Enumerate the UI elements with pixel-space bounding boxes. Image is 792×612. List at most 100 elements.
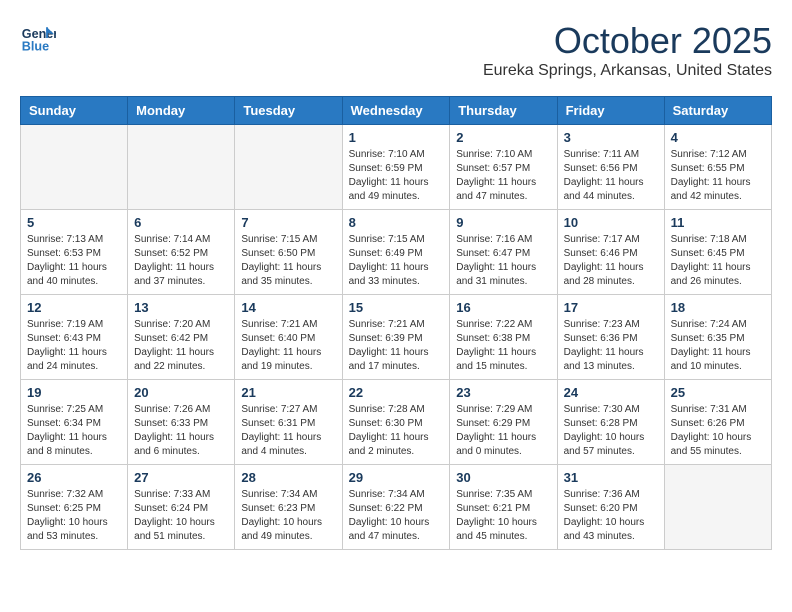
day-info: Sunrise: 7:23 AMSunset: 6:36 PMDaylight:…	[564, 318, 658, 374]
week-row-3: 12 Sunrise: 7:19 AMSunset: 6:43 PMDayligh…	[21, 295, 772, 380]
calendar-cell: 31Sunrise: 7:36 AMSunset: 6:20 PMDayligh…	[557, 465, 664, 550]
day-number: 4	[671, 130, 765, 145]
day-number: 14	[241, 300, 335, 315]
calendar-cell: 18 Sunrise: 7:24 AMSunset: 6:35 PMDayligh…	[664, 295, 771, 380]
day-info: Sunrise: 7:28 AMSunset: 6:30 PMDaylight:…	[349, 403, 444, 459]
day-info: Sunrise: 7:22 AMSunset: 6:38 PMDaylight:…	[456, 318, 550, 374]
day-info: Sunrise: 7:25 AMSunset: 6:34 PMDaylight:…	[27, 403, 121, 459]
day-info: Sunrise: 7:19 AMSunset: 6:43 PMDaylight:…	[27, 318, 121, 374]
day-info: Sunrise: 7:12 AMSunset: 6:55 PMDaylight:…	[671, 148, 765, 204]
calendar-cell: 2Sunrise: 7:10 AMSunset: 6:57 PMDaylight…	[450, 125, 557, 210]
day-number: 2	[456, 130, 550, 145]
calendar-cell: 25 Sunrise: 7:31 AMSunset: 6:26 PMDayligh…	[664, 380, 771, 465]
calendar-cell: 12 Sunrise: 7:19 AMSunset: 6:43 PMDayligh…	[21, 295, 128, 380]
day-info: Sunrise: 7:36 AMSunset: 6:20 PMDaylight:…	[564, 488, 658, 544]
day-number: 6	[134, 215, 228, 230]
day-info: Sunrise: 7:31 AMSunset: 6:26 PMDaylight:…	[671, 403, 765, 459]
day-number: 18	[671, 300, 765, 315]
calendar-cell: 19Sunrise: 7:25 AMSunset: 6:34 PMDayligh…	[21, 380, 128, 465]
day-number: 8	[349, 215, 444, 230]
logo: General Blue	[20, 20, 56, 56]
weekday-header-wednesday: Wednesday	[342, 97, 450, 125]
day-info: Sunrise: 7:15 AMSunset: 6:49 PMDaylight:…	[349, 233, 444, 289]
page-header: General Blue October 2025 Eureka Springs…	[20, 20, 772, 80]
calendar-cell: 3 Sunrise: 7:11 AMSunset: 6:56 PMDaylight…	[557, 125, 664, 210]
location: Eureka Springs, Arkansas, United States	[483, 62, 772, 80]
day-info: Sunrise: 7:16 AMSunset: 6:47 PMDaylight:…	[456, 233, 550, 289]
day-number: 28	[241, 470, 335, 485]
week-row-5: 26 Sunrise: 7:32 AMSunset: 6:25 PMDayligh…	[21, 465, 772, 550]
day-number: 1	[349, 130, 444, 145]
day-info: Sunrise: 7:11 AMSunset: 6:56 PMDaylight:…	[564, 148, 658, 204]
calendar-cell: 1 Sunrise: 7:10 AMSunset: 6:59 PMDaylight…	[342, 125, 450, 210]
calendar-cell: 9 Sunrise: 7:16 AMSunset: 6:47 PMDaylight…	[450, 210, 557, 295]
calendar-cell: 24 Sunrise: 7:30 AMSunset: 6:28 PMDayligh…	[557, 380, 664, 465]
day-info: Sunrise: 7:34 AMSunset: 6:22 PMDaylight:…	[349, 488, 444, 544]
day-info: Sunrise: 7:35 AMSunset: 6:21 PMDaylight:…	[456, 488, 550, 544]
weekday-header-monday: Monday	[128, 97, 235, 125]
day-info: Sunrise: 7:26 AMSunset: 6:33 PMDaylight:…	[134, 403, 228, 459]
calendar-cell: 28 Sunrise: 7:34 AMSunset: 6:23 PMDayligh…	[235, 465, 342, 550]
week-row-1: 1 Sunrise: 7:10 AMSunset: 6:59 PMDaylight…	[21, 125, 772, 210]
calendar-cell: 16 Sunrise: 7:22 AMSunset: 6:38 PMDayligh…	[450, 295, 557, 380]
calendar-cell: 6Sunrise: 7:14 AMSunset: 6:52 PMDaylight…	[128, 210, 235, 295]
logo-icon: General Blue	[20, 20, 56, 56]
calendar-cell	[21, 125, 128, 210]
day-number: 16	[456, 300, 550, 315]
day-info: Sunrise: 7:13 AMSunset: 6:53 PMDaylight:…	[27, 233, 121, 289]
day-number: 9	[456, 215, 550, 230]
day-info: Sunrise: 7:15 AMSunset: 6:50 PMDaylight:…	[241, 233, 335, 289]
day-info: Sunrise: 7:34 AMSunset: 6:23 PMDaylight:…	[241, 488, 335, 544]
calendar-cell: 14 Sunrise: 7:21 AMSunset: 6:40 PMDayligh…	[235, 295, 342, 380]
calendar-cell: 21 Sunrise: 7:27 AMSunset: 6:31 PMDayligh…	[235, 380, 342, 465]
day-info: Sunrise: 7:29 AMSunset: 6:29 PMDaylight:…	[456, 403, 550, 459]
calendar-cell	[664, 465, 771, 550]
day-number: 5	[27, 215, 121, 230]
day-info: Sunrise: 7:10 AMSunset: 6:59 PMDaylight:…	[349, 148, 444, 204]
day-number: 7	[241, 215, 335, 230]
day-info: Sunrise: 7:27 AMSunset: 6:31 PMDaylight:…	[241, 403, 335, 459]
weekday-header-friday: Friday	[557, 97, 664, 125]
day-number: 27	[134, 470, 228, 485]
day-number: 3	[564, 130, 658, 145]
day-number: 26	[27, 470, 121, 485]
weekday-header-saturday: Saturday	[664, 97, 771, 125]
calendar-cell	[235, 125, 342, 210]
week-row-4: 19Sunrise: 7:25 AMSunset: 6:34 PMDayligh…	[21, 380, 772, 465]
calendar-cell: 17Sunrise: 7:23 AMSunset: 6:36 PMDayligh…	[557, 295, 664, 380]
weekday-header-tuesday: Tuesday	[235, 97, 342, 125]
day-info: Sunrise: 7:21 AMSunset: 6:39 PMDaylight:…	[349, 318, 444, 374]
title-area: October 2025 Eureka Springs, Arkansas, U…	[483, 20, 772, 80]
calendar-cell: 5 Sunrise: 7:13 AMSunset: 6:53 PMDaylight…	[21, 210, 128, 295]
day-number: 12	[27, 300, 121, 315]
week-row-2: 5 Sunrise: 7:13 AMSunset: 6:53 PMDaylight…	[21, 210, 772, 295]
calendar-cell: 11Sunrise: 7:18 AMSunset: 6:45 PMDayligh…	[664, 210, 771, 295]
day-number: 20	[134, 385, 228, 400]
day-info: Sunrise: 7:32 AMSunset: 6:25 PMDaylight:…	[27, 488, 121, 544]
day-number: 15	[349, 300, 444, 315]
calendar-cell: 26 Sunrise: 7:32 AMSunset: 6:25 PMDayligh…	[21, 465, 128, 550]
day-info: Sunrise: 7:30 AMSunset: 6:28 PMDaylight:…	[564, 403, 658, 459]
day-number: 13	[134, 300, 228, 315]
day-info: Sunrise: 7:24 AMSunset: 6:35 PMDaylight:…	[671, 318, 765, 374]
calendar-cell: 7 Sunrise: 7:15 AMSunset: 6:50 PMDaylight…	[235, 210, 342, 295]
calendar-cell: 15 Sunrise: 7:21 AMSunset: 6:39 PMDayligh…	[342, 295, 450, 380]
weekday-header-thursday: Thursday	[450, 97, 557, 125]
day-number: 21	[241, 385, 335, 400]
calendar-cell: 30 Sunrise: 7:35 AMSunset: 6:21 PMDayligh…	[450, 465, 557, 550]
calendar-cell: 8 Sunrise: 7:15 AMSunset: 6:49 PMDaylight…	[342, 210, 450, 295]
weekday-header-row: SundayMondayTuesdayWednesdayThursdayFrid…	[21, 97, 772, 125]
calendar-cell: 22Sunrise: 7:28 AMSunset: 6:30 PMDayligh…	[342, 380, 450, 465]
day-number: 29	[349, 470, 444, 485]
calendar-cell: 13Sunrise: 7:20 AMSunset: 6:42 PMDayligh…	[128, 295, 235, 380]
day-info: Sunrise: 7:33 AMSunset: 6:24 PMDaylight:…	[134, 488, 228, 544]
weekday-header-sunday: Sunday	[21, 97, 128, 125]
svg-text:Blue: Blue	[22, 40, 49, 54]
calendar-table: SundayMondayTuesdayWednesdayThursdayFrid…	[20, 96, 772, 550]
day-number: 24	[564, 385, 658, 400]
day-number: 25	[671, 385, 765, 400]
day-info: Sunrise: 7:17 AMSunset: 6:46 PMDaylight:…	[564, 233, 658, 289]
calendar-cell: 20 Sunrise: 7:26 AMSunset: 6:33 PMDayligh…	[128, 380, 235, 465]
day-info: Sunrise: 7:21 AMSunset: 6:40 PMDaylight:…	[241, 318, 335, 374]
day-number: 30	[456, 470, 550, 485]
